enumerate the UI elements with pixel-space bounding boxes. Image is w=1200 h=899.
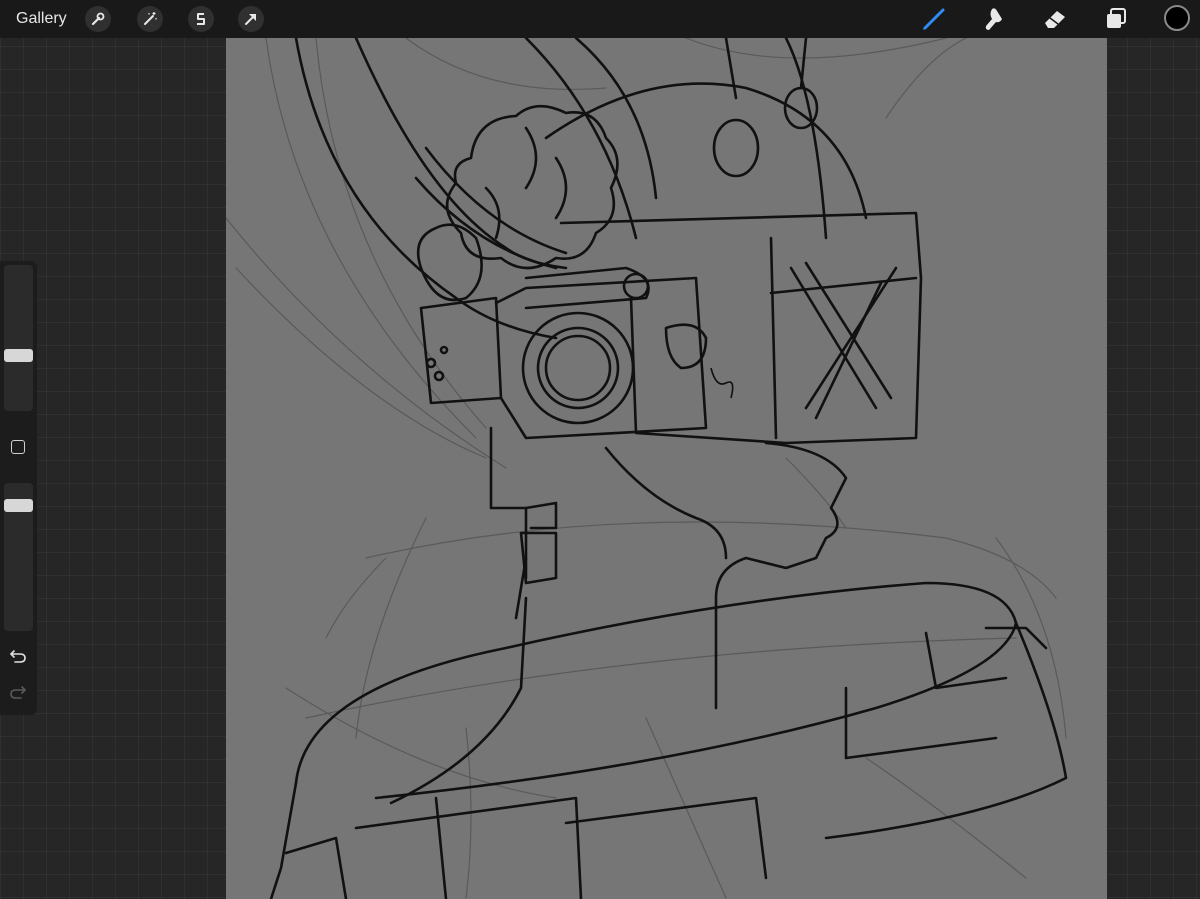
sketch-artwork [226, 38, 1068, 899]
top-toolbar: Gallery [0, 0, 1200, 38]
undo-icon[interactable] [9, 649, 27, 663]
selection-s-icon [197, 13, 205, 25]
transform-button[interactable] [238, 6, 264, 32]
eraser-icon [1045, 11, 1065, 28]
color-picker-button[interactable] [1164, 5, 1190, 31]
brush-size-slider[interactable] [4, 265, 33, 411]
wrench-icon [91, 12, 105, 26]
selection-button[interactable] [188, 6, 214, 32]
layers-icon [1107, 8, 1126, 28]
layers-button[interactable] [1102, 5, 1130, 33]
brush-button[interactable] [920, 5, 948, 33]
brush-opacity-slider[interactable] [4, 483, 33, 631]
left-sidebar [0, 261, 37, 715]
smudge-button[interactable] [980, 5, 1008, 33]
actions-button[interactable] [85, 6, 111, 32]
brush-opacity-handle[interactable] [4, 499, 33, 512]
modify-square-icon[interactable] [11, 440, 25, 454]
transform-arrow-icon [245, 14, 256, 25]
drawing-canvas[interactable] [226, 38, 1107, 899]
brush-icon [923, 8, 945, 30]
redo-icon[interactable] [9, 685, 27, 699]
eraser-button[interactable] [1041, 5, 1069, 33]
magic-wand-icon [144, 12, 157, 25]
brush-size-handle[interactable] [4, 349, 33, 362]
adjustments-button[interactable] [137, 6, 163, 32]
smudge-icon [985, 8, 1002, 31]
gallery-button[interactable]: Gallery [16, 9, 67, 29]
